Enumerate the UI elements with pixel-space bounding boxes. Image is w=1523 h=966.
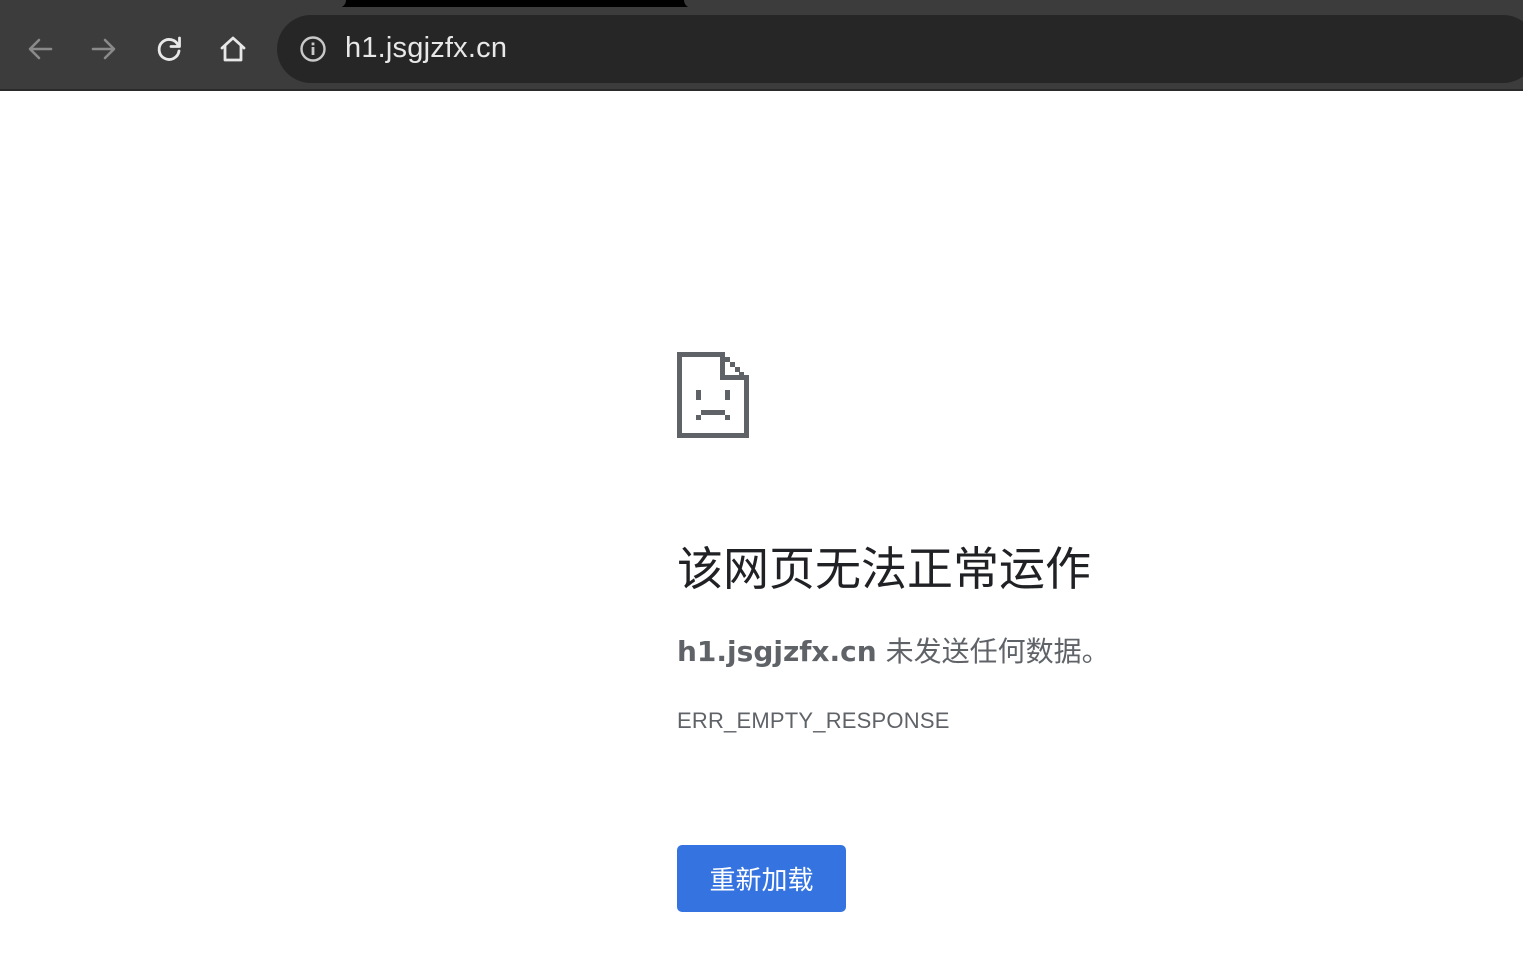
- info-icon[interactable]: [299, 35, 327, 63]
- home-button[interactable]: [213, 29, 253, 69]
- error-code: ERR_EMPTY_RESPONSE: [677, 708, 950, 733]
- url-text[interactable]: h1.jsgjzfx.cn: [345, 32, 507, 65]
- error-description: h1.jsgjzfx.cn 未发送任何数据。: [677, 630, 1110, 670]
- error-description-text: 未发送任何数据。: [876, 635, 1110, 668]
- arrow-left-icon: [28, 38, 53, 60]
- address-bar[interactable]: h1.jsgjzfx.cn: [277, 15, 1523, 83]
- home-icon: [220, 36, 246, 62]
- reload-page-button[interactable]: 重新加载: [677, 845, 846, 912]
- back-button[interactable]: [20, 29, 60, 69]
- sad-document-icon: [677, 352, 749, 438]
- arrow-right-icon: [91, 38, 116, 60]
- forward-button[interactable]: [84, 29, 124, 69]
- reload-button[interactable]: [149, 29, 189, 69]
- error-title: 该网页无法正常运作: [677, 542, 1091, 596]
- error-host: h1.jsgjzfx.cn: [677, 635, 877, 668]
- browser-toolbar: h1.jsgjzfx.cn: [0, 7, 1523, 91]
- reload-icon: [157, 36, 181, 61]
